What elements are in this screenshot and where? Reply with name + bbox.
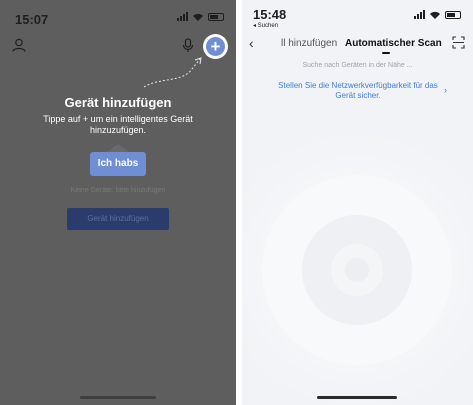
scan-radar-animation xyxy=(242,130,473,405)
signal-icon xyxy=(177,12,188,21)
home-indicator xyxy=(317,396,397,399)
hint-arrow-icon xyxy=(143,57,202,88)
tab-auto-scan[interactable]: Automatischer Scan xyxy=(345,38,442,49)
left-phone-screen: 15:07 + Gerät hinzufügen Tippe auf + um … xyxy=(0,0,236,405)
status-time: 15:07 xyxy=(15,12,49,27)
onboarding-title: Gerät hinzufügen xyxy=(64,95,172,110)
back-icon[interactable]: ‹ xyxy=(249,35,254,51)
tab-manual-add[interactable]: ll hinzufügen xyxy=(281,38,337,49)
chevron-right-icon: › xyxy=(444,85,447,95)
empty-state-text: Keine Geräte; bitte hinzufügen xyxy=(70,187,166,194)
signal-icon xyxy=(414,10,425,19)
onboarding-subtitle: Tippe auf + um ein intelligentes Gerät h… xyxy=(43,114,193,135)
battery-icon xyxy=(445,10,461,19)
network-hint-link[interactable]: Stellen Sie die Netzwerkverfügbarkeit fü… xyxy=(268,81,448,101)
add-icon: + xyxy=(206,37,225,56)
ok-button[interactable]: Ich habs xyxy=(90,152,146,176)
active-tab-indicator xyxy=(382,52,390,54)
profile-icon[interactable] xyxy=(12,38,26,52)
microphone-icon[interactable] xyxy=(182,38,194,53)
back-to-app-link[interactable]: ◂ Suchen xyxy=(253,22,278,29)
wifi-icon xyxy=(193,13,203,21)
status-icons xyxy=(414,10,461,19)
status-icons xyxy=(177,12,224,21)
battery-icon xyxy=(208,12,224,21)
scan-icon[interactable] xyxy=(452,36,465,49)
searching-status: Suche nach Geräten in der Nähe ... xyxy=(302,62,413,69)
right-phone-screen: 15:48 ◂ Suchen ‹ ll hinzufügen Automatis… xyxy=(242,0,473,405)
status-time: 15:48 xyxy=(253,7,287,22)
home-indicator xyxy=(80,396,156,399)
add-device-button[interactable]: Gerät hinzufügen xyxy=(67,208,169,230)
wifi-icon xyxy=(430,11,440,19)
